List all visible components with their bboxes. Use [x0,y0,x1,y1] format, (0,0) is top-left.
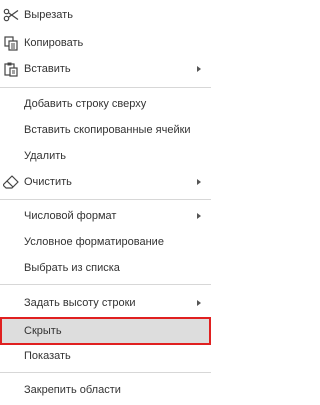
menu-item-label: Числовой формат [24,210,117,222]
menu-separator [0,284,211,285]
menu-item-label: Копировать [24,37,84,49]
context-menu: Вырезать Копировать Вставить Добавить ст… [0,0,211,405]
menu-item-label: Скрыть [24,325,62,337]
menu-item-insert-row-above[interactable]: Добавить строку сверху [0,91,211,117]
menu-item-label: Вставить скопированные ячейки [24,124,191,136]
menu-item-conditional-formatting[interactable]: Условное форматирование [0,229,211,255]
menu-item-clear[interactable]: Очистить [0,169,211,195]
chevron-right-icon [197,66,201,72]
menu-separator [0,372,211,373]
menu-item-number-format[interactable]: Числовой формат [0,203,211,229]
menu-separator [0,199,211,200]
menu-item-paste[interactable]: Вставить [0,56,211,82]
menu-item-delete[interactable]: Удалить [0,143,211,169]
menu-item-cut[interactable]: Вырезать [0,2,211,28]
eraser-icon [3,175,19,189]
menu-item-set-row-height[interactable]: Задать высоту строки [0,290,211,316]
menu-item-freeze-panes[interactable]: Закрепить области [0,377,211,403]
menu-item-label: Добавить строку сверху [24,98,147,110]
menu-item-label: Очистить [24,176,72,188]
menu-separator [0,87,211,88]
scissors-icon [3,8,19,22]
menu-item-pick-from-list[interactable]: Выбрать из списка [0,255,211,281]
menu-item-hide[interactable]: Скрыть [0,317,211,345]
menu-item-label: Показать [24,350,71,362]
chevron-right-icon [197,179,201,185]
menu-item-label: Выбрать из списка [24,262,120,274]
paste-icon [4,62,18,77]
menu-item-label: Условное форматирование [24,236,164,248]
menu-item-label: Задать высоту строки [24,297,136,309]
menu-item-label: Вставить [24,63,71,75]
menu-item-copy[interactable]: Копировать [0,30,211,56]
chevron-right-icon [197,213,201,219]
menu-item-insert-copied-cells[interactable]: Вставить скопированные ячейки [0,117,211,143]
copy-icon [4,36,18,51]
menu-item-label: Закрепить области [24,384,121,396]
menu-item-label: Удалить [24,150,66,162]
menu-item-label: Вырезать [24,9,73,21]
chevron-right-icon [197,300,201,306]
menu-item-show[interactable]: Показать [0,343,211,369]
